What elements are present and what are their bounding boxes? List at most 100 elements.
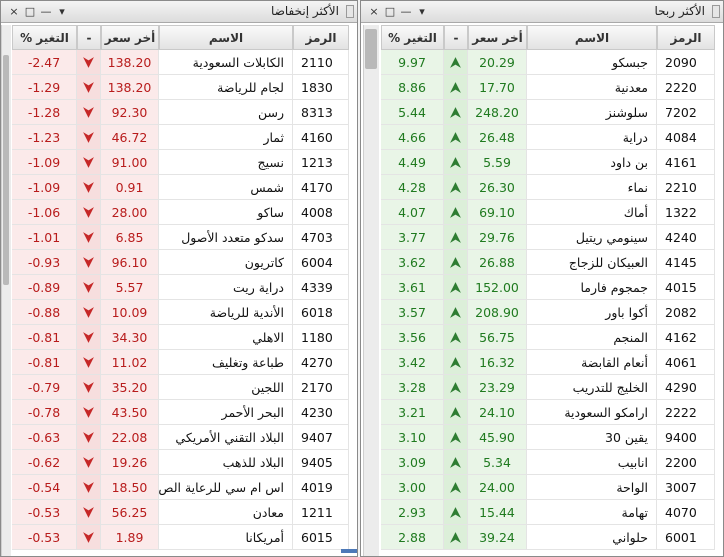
- change-cell: -2.47: [12, 50, 77, 75]
- table-row[interactable]: 4230 البحر الأحمر 43.50 -0.78: [1, 400, 357, 425]
- column-header-trend[interactable]: -: [77, 25, 101, 50]
- table-row[interactable]: 2210 نماء 26.30 4.28: [361, 175, 723, 200]
- table-row[interactable]: 4270 طباعة وتغليف 11.02 -0.81: [1, 350, 357, 375]
- table-row[interactable]: 2170 اللجين 35.20 -0.79: [1, 375, 357, 400]
- table-row[interactable]: 4290 الخليج للتدريب 23.29 3.28: [361, 375, 723, 400]
- last-price-cell: 22.08: [101, 425, 159, 450]
- table-row[interactable]: 9405 البلاد للذهب 19.26 -0.62: [1, 450, 357, 475]
- table-row[interactable]: 2082 أكوا باور 208.90 3.57: [361, 300, 723, 325]
- column-header-change[interactable]: التغير %: [12, 25, 77, 50]
- symbol-cell: 6018: [293, 300, 349, 325]
- losers-titlebar[interactable]: × □ — ▾ الأكثر إنخفاضا: [1, 1, 357, 23]
- table-row[interactable]: 1322 أماك 69.10 4.07: [361, 200, 723, 225]
- table-row[interactable]: 4061 أنعام القابضة 16.32 3.42: [361, 350, 723, 375]
- symbol-cell: 4160: [293, 125, 349, 150]
- table-row[interactable]: 2222 ارامكو السعودية 24.10 3.21: [361, 400, 723, 425]
- symbol-cell: 4162: [657, 325, 715, 350]
- column-header-last-price[interactable]: أخر سعر: [101, 25, 159, 50]
- table-row[interactable]: 4015 جمجوم فارما 152.00 3.61: [361, 275, 723, 300]
- change-cell: -0.78: [12, 400, 77, 425]
- table-row[interactable]: 8313 رسن 92.30 -1.28: [1, 100, 357, 125]
- table-row[interactable]: 4084 دراية 26.48 4.66: [361, 125, 723, 150]
- table-row[interactable]: 6015 أمريكانا 1.89 -0.53: [1, 525, 357, 550]
- losers-vertical-scrollbar[interactable]: [1, 25, 11, 556]
- table-row[interactable]: 9407 البلاد التقني الأمريكي 22.08 -0.63: [1, 425, 357, 450]
- gainers-titlebar[interactable]: × □ — ▾ الأكثر ربحا: [361, 1, 723, 23]
- close-icon[interactable]: ×: [7, 4, 21, 19]
- maximize-icon[interactable]: □: [23, 4, 37, 19]
- table-row[interactable]: 2110 الكابلات السعودية 138.20 -2.47: [1, 50, 357, 75]
- column-header-symbol[interactable]: الرمز: [293, 25, 349, 50]
- table-row[interactable]: 4160 ثمار 46.72 -1.23: [1, 125, 357, 150]
- change-cell: -0.63: [12, 425, 77, 450]
- name-cell: العبيكان للزجاج: [527, 250, 657, 275]
- panel-grip-icon[interactable]: [712, 5, 720, 18]
- symbol-cell: 6015: [293, 525, 349, 550]
- name-cell: جمجوم فارما: [527, 275, 657, 300]
- column-header-name[interactable]: الاسم: [159, 25, 293, 50]
- column-header-symbol[interactable]: الرمز: [657, 25, 715, 50]
- close-icon[interactable]: ×: [367, 4, 381, 19]
- last-price-cell: 92.30: [101, 100, 159, 125]
- table-row[interactable]: 4019 اس ام سي للرعاية الص 18.50 -0.54: [1, 475, 357, 500]
- column-header-name[interactable]: الاسم: [527, 25, 657, 50]
- table-row[interactable]: 9400 يقين 30 45.90 3.10: [361, 425, 723, 450]
- table-row[interactable]: 2220 معدنية 17.70 8.86: [361, 75, 723, 100]
- change-cell: 3.00: [381, 475, 444, 500]
- column-header-trend[interactable]: -: [444, 25, 468, 50]
- symbol-cell: 4145: [657, 250, 715, 275]
- change-cell: 3.62: [381, 250, 444, 275]
- arrow-up-icon: [450, 257, 461, 268]
- trend-cell: [444, 350, 468, 375]
- table-row[interactable]: 1830 لجام للرياضة 138.20 -1.29: [1, 75, 357, 100]
- table-row[interactable]: 4008 ساكو 28.00 -1.06: [1, 200, 357, 225]
- minimize-icon[interactable]: —: [39, 4, 53, 19]
- change-cell: -0.54: [12, 475, 77, 500]
- table-row[interactable]: 4339 دراية ريت 5.57 -0.89: [1, 275, 357, 300]
- symbol-cell: 2110: [293, 50, 349, 75]
- name-cell: دراية: [527, 125, 657, 150]
- table-row[interactable]: 4170 شمس 0.91 -1.09: [1, 175, 357, 200]
- table-row[interactable]: 3007 الواحة 24.00 3.00: [361, 475, 723, 500]
- table-row[interactable]: 6018 الأندية للرياضة 10.09 -0.88: [1, 300, 357, 325]
- change-cell: -0.88: [12, 300, 77, 325]
- arrow-up-icon: [450, 57, 461, 68]
- arrow-down-icon: [83, 407, 94, 418]
- table-row[interactable]: 6004 كاتريون 96.10 -0.93: [1, 250, 357, 275]
- table-row[interactable]: 7202 سلوشنز 248.20 5.44: [361, 100, 723, 125]
- change-cell: 3.42: [381, 350, 444, 375]
- gainers-vertical-scrollbar[interactable]: [363, 25, 379, 556]
- table-row[interactable]: 4240 سينومي ريتيل 29.76 3.77: [361, 225, 723, 250]
- last-price-cell: 56.25: [101, 500, 159, 525]
- table-row[interactable]: 4161 بن داود 5.59 4.49: [361, 150, 723, 175]
- trend-cell: [444, 250, 468, 275]
- arrow-up-icon: [450, 432, 461, 443]
- name-cell: سلوشنز: [527, 100, 657, 125]
- name-cell: حلواني: [527, 525, 657, 550]
- table-row[interactable]: 4162 المنجم 56.75 3.56: [361, 325, 723, 350]
- table-row[interactable]: 4703 سدكو متعدد الأصول 6.85 -1.01: [1, 225, 357, 250]
- trend-cell: [444, 400, 468, 425]
- table-row[interactable]: 1211 معادن 56.25 -0.53: [1, 500, 357, 525]
- table-row[interactable]: 6001 حلواني 39.24 2.88: [361, 525, 723, 550]
- column-header-last-price[interactable]: أخر سعر: [468, 25, 527, 50]
- menu-chevron-icon[interactable]: ▾: [55, 4, 69, 19]
- losers-resize-handle[interactable]: [341, 549, 357, 553]
- maximize-icon[interactable]: □: [383, 4, 397, 19]
- minimize-icon[interactable]: —: [399, 4, 413, 19]
- menu-chevron-icon[interactable]: ▾: [415, 4, 429, 19]
- table-row[interactable]: 4145 العبيكان للزجاج 26.88 3.62: [361, 250, 723, 275]
- panel-grip-icon[interactable]: [346, 5, 354, 18]
- table-row[interactable]: 1213 نسيج 91.00 -1.09: [1, 150, 357, 175]
- scrollbar-thumb[interactable]: [365, 29, 377, 69]
- table-row[interactable]: 1180 الاهلي 34.30 -0.81: [1, 325, 357, 350]
- arrow-up-icon: [450, 307, 461, 318]
- name-cell: معدنية: [527, 75, 657, 100]
- table-row[interactable]: 2090 جبسكو 20.29 9.97: [361, 50, 723, 75]
- table-row[interactable]: 2200 انابيب 5.34 3.09: [361, 450, 723, 475]
- arrow-up-icon: [450, 357, 461, 368]
- name-cell: الواحة: [527, 475, 657, 500]
- column-header-change[interactable]: التغير %: [381, 25, 444, 50]
- scrollbar-thumb[interactable]: [3, 55, 9, 285]
- table-row[interactable]: 4070 تهامة 15.44 2.93: [361, 500, 723, 525]
